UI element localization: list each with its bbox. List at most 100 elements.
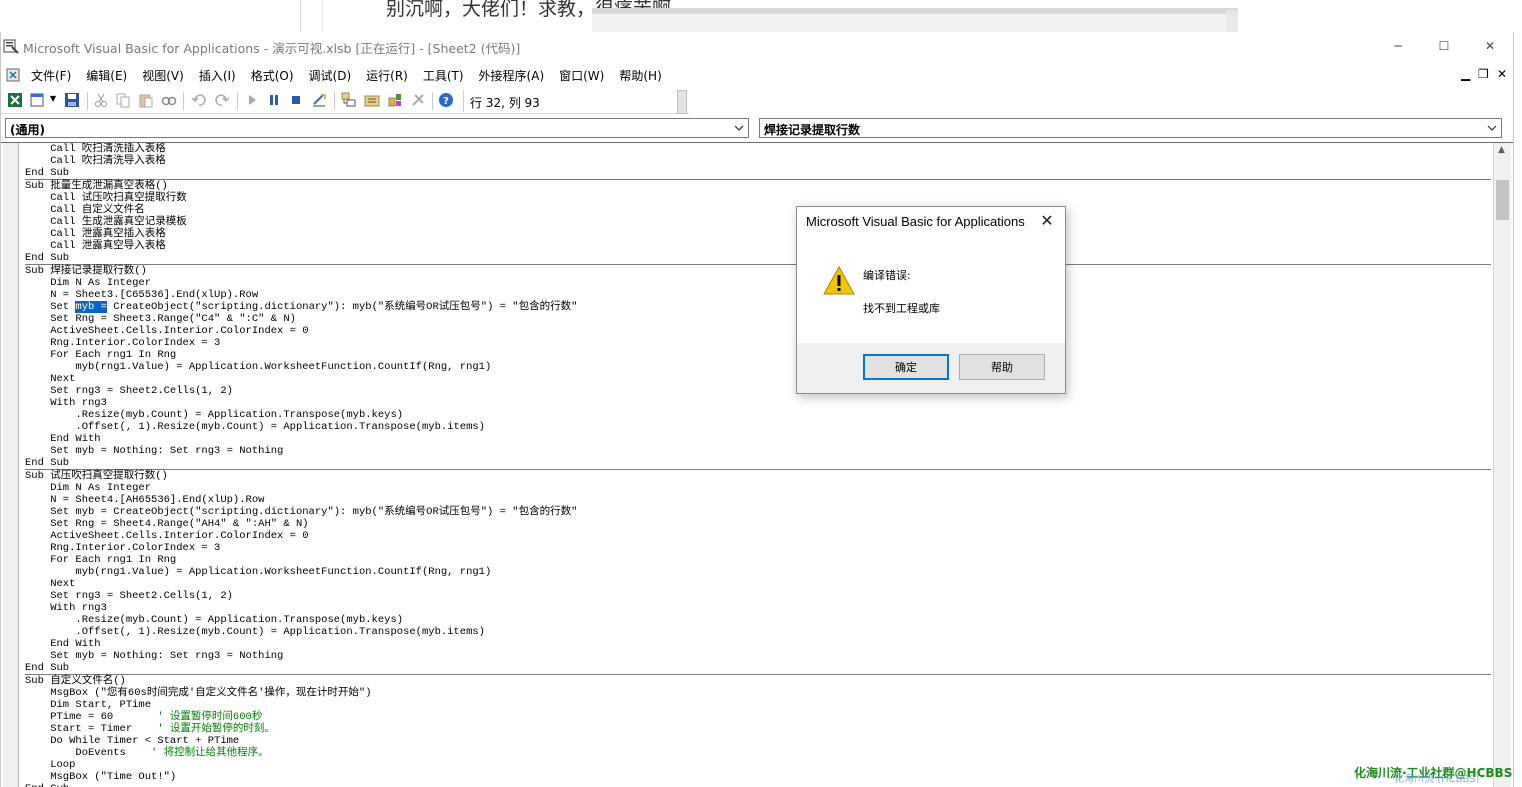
code-line[interactable]: Start = Timer ' 设置开始暂停的时刻。 (25, 723, 1491, 735)
code-line[interactable]: Sub 自定义文件名() (25, 675, 1491, 687)
code-line[interactable]: Set Rng = Sheet4.Range("AH4" & ":AH" & N… (25, 518, 1491, 530)
menu-help[interactable]: 帮助(H) (619, 67, 669, 84)
mdi-close-button[interactable]: ✕ (1497, 67, 1507, 81)
menu-insert[interactable]: 插入(I) (199, 67, 244, 84)
code-line[interactable]: Call 泄露真空插入表格 (25, 228, 1491, 240)
code-line[interactable]: Set myb = Nothing: Set rng3 = Nothing (25, 445, 1491, 457)
design-mode-icon[interactable] (311, 92, 327, 108)
code-line[interactable]: Rng.Interior.ColorIndex = 3 (25, 542, 1491, 554)
margin-indicator-bar[interactable] (3, 143, 19, 787)
insert-module-icon[interactable] (30, 92, 46, 108)
code-line[interactable]: Set rng3 = Sheet2.Cells(1, 2) (25, 385, 1491, 397)
code-line[interactable]: Loop (25, 759, 1491, 771)
procedure-combo[interactable]: 焊接记录提取行数 (759, 118, 1502, 138)
code-line[interactable]: Set rng3 = Sheet2.Cells(1, 2) (25, 590, 1491, 602)
scroll-up-icon[interactable]: ▲ (1498, 145, 1505, 155)
code-line[interactable]: Dim N As Integer (25, 482, 1491, 494)
code-line[interactable]: For Each rng1 In Rng (25, 349, 1491, 361)
code-line[interactable]: Dim N As Integer (25, 277, 1491, 289)
menu-format[interactable]: 格式(O) (251, 67, 302, 84)
code-line[interactable]: Call 试压吹扫真空提取行数 (25, 192, 1491, 204)
code-editor[interactable]: Call 吹扫清洗插入表格 Call 吹扫清洗导入表格 End Sub Sub 批量… (1, 142, 1513, 787)
code-line[interactable]: End Sub (25, 662, 1491, 674)
selected-text[interactable]: myb = (75, 301, 107, 313)
code-line[interactable]: Next (25, 578, 1491, 590)
code-line[interactable]: DoEvents ' 将控制让给其他程序。 (25, 747, 1491, 759)
vertical-scrollbar[interactable]: ▲ (1493, 143, 1511, 787)
code-line[interactable]: Set myb = Nothing: Set rng3 = Nothing (25, 650, 1491, 662)
code-line[interactable]: Sub 焊接记录提取行数() (25, 265, 1491, 277)
code-line[interactable]: Rng.Interior.ColorIndex = 3 (25, 337, 1491, 349)
chevron-down-icon[interactable] (1485, 120, 1499, 136)
code-line[interactable]: Call 自定义文件名 (25, 204, 1491, 216)
mdi-restore-button[interactable]: ❐ (1478, 67, 1489, 81)
find-icon[interactable] (161, 92, 177, 108)
code-line[interactable]: N = Sheet4.[AH65536].End(xlUp).Row (25, 494, 1491, 506)
code-line[interactable]: Set myb = CreateObject("scripting.dictio… (25, 301, 1491, 313)
code-line[interactable]: Set myb = CreateObject("scripting.dictio… (25, 506, 1491, 518)
code-line[interactable]: myb(rng1.Value) = Application.WorksheetF… (25, 361, 1491, 373)
toolbox-icon[interactable] (410, 92, 426, 108)
code-line[interactable]: .Resize(myb.Count) = Application.Transpo… (25, 409, 1491, 421)
code-line[interactable]: myb(rng1.Value) = Application.WorksheetF… (25, 566, 1491, 578)
maximize-button[interactable]: ☐ (1421, 32, 1467, 60)
project-explorer-icon[interactable] (341, 92, 357, 108)
menu-tools[interactable]: 工具(T) (423, 67, 472, 84)
chevron-down-icon[interactable] (732, 120, 746, 136)
properties-icon[interactable] (364, 92, 380, 108)
menu-view[interactable]: 视图(V) (142, 67, 192, 84)
object-browser-icon[interactable] (387, 92, 403, 108)
code-line[interactable]: Do While Timer < Start + PTime (25, 735, 1491, 747)
redo-icon[interactable] (214, 92, 230, 108)
code-line[interactable]: PTime = 60 ' 设置暂停时间600秒 (25, 711, 1491, 723)
code-line[interactable]: End Sub (25, 457, 1491, 469)
code-line[interactable]: .Offset(, 1).Resize(myb.Count) = Applica… (25, 626, 1491, 638)
forum-scrollbar[interactable] (1226, 10, 1238, 32)
system-menu-icon[interactable] (5, 67, 21, 83)
dialog-close-button[interactable]: ✕ (1037, 211, 1057, 230)
cut-icon[interactable] (93, 92, 109, 108)
code-line[interactable]: .Resize(myb.Count) = Application.Transpo… (25, 614, 1491, 626)
menu-file[interactable]: 文件(F) (31, 67, 79, 84)
mdi-minimize-button[interactable]: ▁ (1461, 67, 1470, 81)
code-line[interactable]: MsgBox ("Time Out!") (25, 771, 1491, 783)
chevron-down-icon[interactable]: ▼ (50, 94, 56, 103)
code-line[interactable]: Call 吹扫清洗导入表格 (25, 155, 1491, 167)
scrollbar-thumb[interactable] (1496, 180, 1509, 220)
code-line[interactable]: Sub 批量生成泄漏真空表格() (25, 180, 1491, 192)
minimize-button[interactable]: ─ (1375, 32, 1421, 60)
menu-addins[interactable]: 外接程序(A) (479, 67, 553, 84)
reset-icon[interactable] (288, 92, 304, 108)
paste-icon[interactable] (138, 92, 154, 108)
code-line[interactable]: End With (25, 433, 1491, 445)
menu-debug[interactable]: 调试(D) (309, 67, 360, 84)
object-combo[interactable]: (通用) (5, 118, 749, 138)
save-icon[interactable] (64, 92, 80, 108)
menu-run[interactable]: 运行(R) (366, 67, 416, 84)
code-line[interactable]: Sub 试压吹扫真空提取行数() (25, 470, 1491, 482)
menu-edit[interactable]: 编辑(E) (86, 67, 135, 84)
menu-window[interactable]: 窗口(W) (559, 67, 612, 84)
code-line[interactable]: End Sub (25, 783, 1491, 787)
code-line[interactable]: Dim Start, PTime (25, 699, 1491, 711)
excel-icon[interactable] (7, 92, 23, 108)
code-line[interactable]: .Offset(, 1).Resize(myb.Count) = Applica… (25, 421, 1491, 433)
ok-button[interactable]: 确定 (863, 354, 949, 380)
help-button[interactable]: 帮助 (959, 354, 1045, 380)
copy-icon[interactable] (115, 92, 131, 108)
toolbar-overflow-grip[interactable] (677, 90, 687, 114)
code-line[interactable]: Call 泄露真空导入表格 (25, 240, 1491, 252)
code-line[interactable]: ActiveSheet.Cells.Interior.ColorIndex = … (25, 325, 1491, 337)
code-line[interactable]: End Sub (25, 252, 1491, 264)
code-line[interactable]: With rng3 (25, 397, 1491, 409)
code-line[interactable]: Call 吹扫清洗插入表格 (25, 143, 1491, 155)
code-line[interactable]: N = Sheet3.[C65536].End(xlUp).Row (25, 289, 1491, 301)
code-line[interactable]: Set Rng = Sheet3.Range("C4" & ":C" & N) (25, 313, 1491, 325)
undo-icon[interactable] (191, 92, 207, 108)
code-line[interactable]: ActiveSheet.Cells.Interior.ColorIndex = … (25, 530, 1491, 542)
code-line[interactable]: Next (25, 373, 1491, 385)
break-icon[interactable] (266, 92, 282, 108)
code-line[interactable]: With rng3 (25, 602, 1491, 614)
code-line[interactable]: End With (25, 638, 1491, 650)
code-line[interactable]: For Each rng1 In Rng (25, 554, 1491, 566)
